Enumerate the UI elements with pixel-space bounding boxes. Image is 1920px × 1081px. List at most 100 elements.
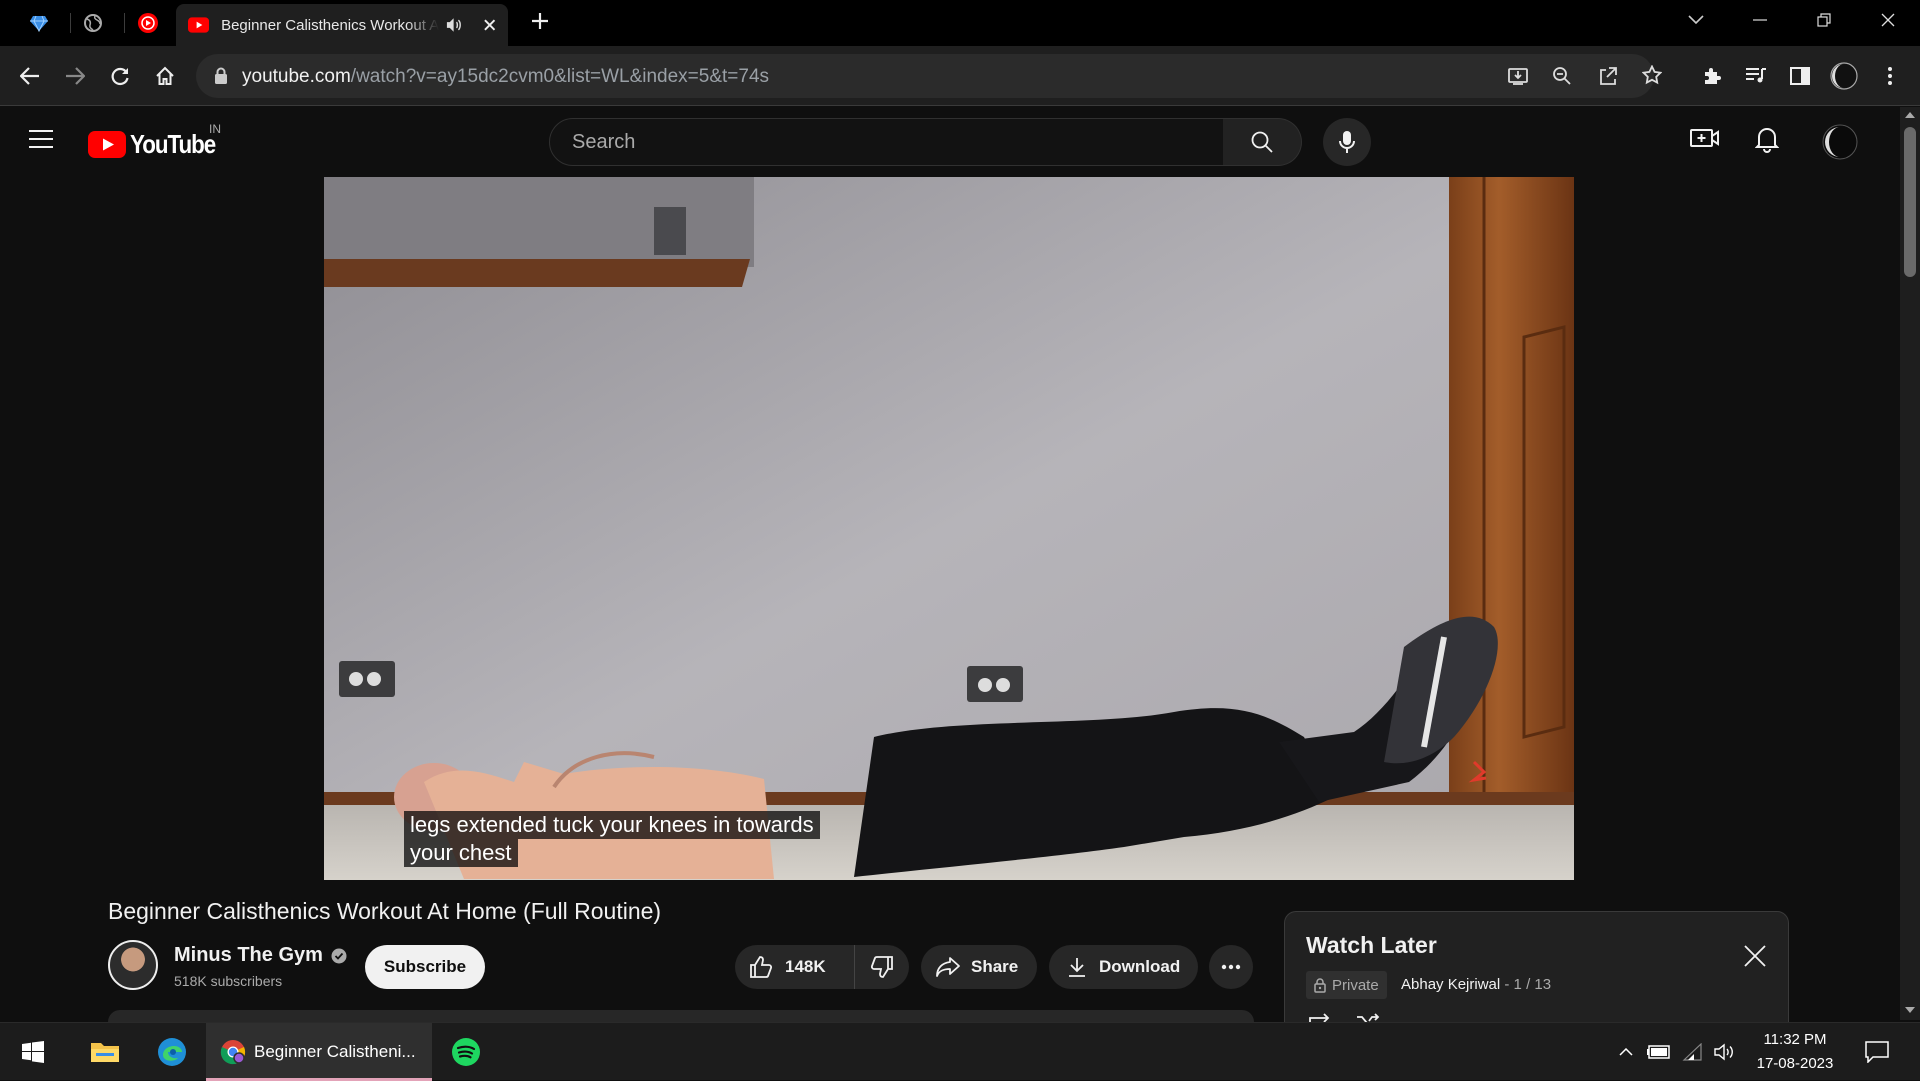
start-button[interactable] — [0, 1023, 66, 1081]
extensions-button[interactable] — [1695, 59, 1729, 93]
reload-button[interactable] — [103, 59, 137, 93]
video-title: Beginner Calisthenics Workout At Home (F… — [108, 898, 662, 924]
hamburger-menu-icon — [29, 130, 53, 148]
restore-icon — [1817, 13, 1831, 27]
notification-center-button[interactable] — [1852, 1023, 1902, 1081]
chrome-icon — [220, 1040, 246, 1065]
more-actions-button[interactable] — [1209, 945, 1253, 989]
home-button[interactable] — [148, 59, 182, 93]
share-page-icon[interactable] — [1598, 66, 1618, 86]
close-window-button[interactable] — [1858, 0, 1918, 40]
like-dislike-group: 148K — [735, 945, 909, 989]
scrollbar-thumb[interactable] — [1904, 127, 1916, 277]
pinned-tab-2[interactable] — [73, 8, 113, 38]
show-hidden-icons-button[interactable] — [1612, 1023, 1640, 1081]
voice-search-button[interactable] — [1323, 118, 1371, 166]
taskbar-file-explorer[interactable] — [72, 1023, 138, 1081]
browser-tab-strip: Beginner Calisthenics Workout At Home (F… — [0, 0, 1920, 46]
scroll-up-arrow-icon[interactable] — [1905, 112, 1915, 118]
video-player[interactable]: legs extended tuck your knees in towards… — [324, 177, 1574, 880]
reload-icon — [111, 67, 129, 86]
media-control-button[interactable] — [1739, 59, 1773, 93]
video-frame — [324, 177, 1574, 880]
edge-icon — [158, 1038, 186, 1066]
system-clock[interactable]: 11:32 PM 17-08-2023 — [1740, 1023, 1850, 1081]
profile-button[interactable] — [1827, 59, 1861, 93]
youtube-masthead: YouTube IN — [0, 107, 1900, 177]
taskbar-chrome-window[interactable]: Beginner Calistheni... — [206, 1023, 432, 1081]
search-input[interactable] — [572, 131, 1192, 154]
chrome-menu-button[interactable] — [1873, 59, 1907, 93]
battery-status[interactable] — [1644, 1023, 1674, 1081]
privacy-label: Private — [1332, 976, 1379, 994]
zoom-icon[interactable] — [1552, 66, 1572, 86]
youtube-logo-icon — [88, 131, 126, 158]
clock-date: 17-08-2023 — [1756, 1055, 1834, 1072]
channel-avatar[interactable] — [108, 940, 158, 990]
home-icon — [156, 66, 174, 85]
volume-control[interactable] — [1710, 1023, 1740, 1081]
browser-toolbar: youtube.com/watch?v=ay15dc2cvm0&list=WL&… — [0, 46, 1920, 106]
playlist-owner[interactable]: Abhay Kejriwal — [1401, 976, 1500, 993]
audio-playing-icon[interactable] — [445, 17, 462, 33]
url-path: /watch?v=ay15dc2cvm0&list=WL&index=5&t=7… — [350, 66, 770, 87]
arrow-right-icon — [66, 67, 85, 85]
description-box[interactable] — [108, 1010, 1254, 1022]
url-host: youtube.com — [242, 66, 351, 87]
restore-button[interactable] — [1794, 0, 1854, 40]
minimize-button[interactable] — [1730, 0, 1790, 40]
notifications-button[interactable] — [1755, 125, 1779, 153]
caption-line-2: your chest — [404, 839, 518, 867]
search-button[interactable] — [1223, 118, 1302, 166]
youtube-logo[interactable]: YouTube IN — [88, 122, 229, 160]
privacy-badge: Private — [1306, 971, 1387, 999]
channel-name-text[interactable]: Minus The Gym — [174, 944, 323, 967]
back-button[interactable] — [13, 59, 47, 93]
pinned-tab-1[interactable] — [19, 8, 59, 38]
new-tab-button[interactable] — [520, 6, 560, 36]
create-button[interactable] — [1690, 126, 1720, 150]
tab-youtube-video[interactable]: Beginner Calisthenics Workout At Home (F… — [176, 4, 508, 46]
guide-menu-button[interactable] — [28, 129, 54, 149]
close-tab-icon[interactable] — [483, 18, 496, 32]
network-status[interactable] — [1678, 1023, 1708, 1081]
download-label: Download — [1099, 957, 1181, 976]
side-panel-button[interactable] — [1783, 59, 1817, 93]
create-video-icon — [1690, 129, 1719, 147]
chrome-window-title: Beginner Calistheni... — [254, 1042, 416, 1061]
playlist-position: - 1 / 13 — [1504, 976, 1552, 993]
bookmark-star-icon[interactable] — [1642, 65, 1662, 85]
account-avatar[interactable] — [1822, 124, 1858, 160]
channel-name[interactable]: Minus The Gym — [174, 944, 347, 967]
playlist-title[interactable]: Watch Later — [1306, 932, 1437, 959]
youtube-wordmark: YouTube — [130, 129, 216, 159]
page-scrollbar[interactable] — [1900, 107, 1920, 1020]
forward-button[interactable] — [58, 59, 92, 93]
pinned-tab-youtube-music[interactable] — [128, 8, 168, 38]
search-box[interactable] — [549, 118, 1224, 166]
taskbar-spotify[interactable] — [436, 1023, 496, 1081]
bell-icon — [1755, 128, 1779, 153]
install-app-icon[interactable] — [1508, 67, 1528, 85]
subscribe-button[interactable]: Subscribe — [365, 945, 485, 989]
close-playlist-icon[interactable] — [1744, 945, 1766, 967]
kebab-menu-icon — [1888, 67, 1892, 85]
diamond-icon — [30, 15, 48, 33]
playlist-panel: Watch Later Private Abhay Kejriwal - 1 /… — [1284, 911, 1789, 1026]
tab-title: Beginner Calisthenics Workout At Home (F… — [221, 16, 440, 34]
country-code: IN — [209, 122, 221, 136]
plus-icon — [532, 13, 548, 29]
dislike-button[interactable] — [855, 945, 909, 989]
share-button[interactable]: Share — [921, 945, 1037, 989]
download-button[interactable]: Download — [1049, 945, 1198, 989]
tab-search-button[interactable] — [1666, 0, 1726, 40]
lock-icon — [1314, 977, 1326, 993]
close-icon — [1881, 13, 1895, 27]
address-bar[interactable]: youtube.com/watch?v=ay15dc2cvm0&list=WL&… — [196, 54, 1662, 98]
chevron-down-icon — [1688, 15, 1704, 25]
playlist-music-icon — [1746, 68, 1766, 83]
like-button[interactable]: 148K — [735, 945, 855, 989]
scroll-down-arrow-icon[interactable] — [1905, 1007, 1915, 1013]
more-horizontal-icon — [1221, 964, 1241, 970]
taskbar-edge[interactable] — [139, 1023, 205, 1081]
